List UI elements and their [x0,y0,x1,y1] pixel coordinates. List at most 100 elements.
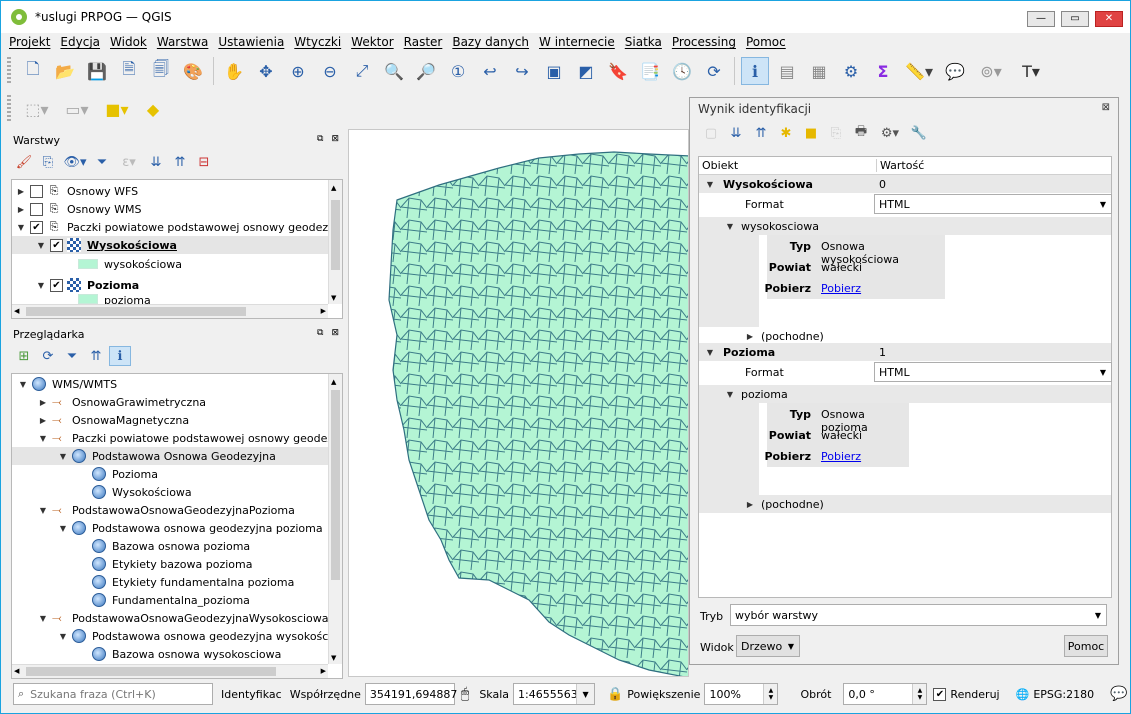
scroll-left-icon[interactable]: ◀ [14,307,19,315]
float-panel-icon[interactable]: ⧉ [317,134,323,144]
bookmark-new-icon[interactable]: 🔖 [604,57,632,85]
collapse-arrow-icon[interactable]: ▼ [38,434,48,443]
remove-layer-icon[interactable]: ⊟ [193,152,215,172]
lock-scale-icon[interactable]: 🔒 [607,687,623,702]
menu-siatka[interactable]: Siatka [625,35,662,49]
collapse-arrow-icon[interactable]: ▼ [705,180,715,189]
collapse-arrow-icon[interactable]: ▼ [58,452,68,461]
menu-raster[interactable]: Raster [404,35,443,49]
zoom-in-icon[interactable]: ⊕ [284,57,312,85]
browser-item[interactable]: ▼ ⤙ PodstawowaOsnowaGeodezyjnaPozioma [12,501,342,519]
close-button[interactable]: ✕ [1095,11,1123,27]
browser-horizontal-scrollbar[interactable]: ◀ ▶ [12,664,328,678]
clear-results-icon[interactable]: ■ [800,123,822,143]
spin-buttons[interactable]: ▲ ▼ [763,684,778,704]
print-icon[interactable]: 🖶 [850,123,872,143]
menu-edycja[interactable]: Edycja [60,35,100,49]
layer-row[interactable]: ▼ ✔ ⎘ Paczki powiatowe podstawowej osnow… [12,218,342,236]
rotation-field[interactable]: 0,0 ° ▲ ▼ [843,683,928,705]
zoom-selection-icon[interactable]: 🔍 [380,57,408,85]
copy-feature-icon[interactable]: ⎘ [825,123,847,143]
toolbar-grip[interactable] [7,95,11,123]
collapse-arrow-icon[interactable]: ▼ [36,241,46,250]
zoom-layer-icon[interactable]: 🔎 [412,57,440,85]
menu-bazy-danych[interactable]: Bazy danych [452,35,529,49]
spin-buttons[interactable]: ▲ ▼ [912,684,927,704]
layer-row[interactable]: ▶ ⎘ Osnowy WFS [12,182,342,200]
expand-new-results-icon[interactable]: ✱ [775,123,797,143]
browser-refresh-icon[interactable]: ⟳ [37,346,59,366]
select-by-value-icon[interactable]: ▭▾ [59,95,95,123]
collapse-all-icon[interactable]: ⇈ [169,152,191,172]
identify-options-icon[interactable]: 🔧 [908,123,930,143]
scroll-thumb[interactable] [331,390,340,580]
measure-line-icon[interactable]: 📏▾ [901,57,937,85]
toggle-extents-icon[interactable]: 🖱 [461,686,469,702]
expand-arrow-icon[interactable]: ▶ [38,416,48,425]
browser-item[interactable]: ▼ ⤙ PodstawowaOsnowaGeodezyjnaWysokosciowa [12,609,342,627]
scroll-thumb[interactable] [26,307,246,316]
select-by-location-icon[interactable]: ◆ [139,95,167,123]
manage-visibility-icon[interactable]: 👁▾ [61,152,89,172]
browser-item[interactable]: ▼ ⤙ Paczki powiatowe podstawowej osnowy ge… [12,429,342,447]
scroll-down-icon[interactable]: ▼ [331,294,336,302]
download-link[interactable]: Pobierz [821,282,861,295]
layer-row[interactable]: ▶ ⎘ Osnowy WMS [12,200,342,218]
menu-wtyczki[interactable]: Wtyczki [294,35,341,49]
scroll-down-icon[interactable]: ▼ [331,654,336,662]
menu-warstwa[interactable]: Warstwa [157,35,209,49]
chevron-down-icon[interactable]: ▼ [576,684,595,704]
expand-arrow-icon[interactable]: ▶ [16,187,26,196]
new-print-layout-icon[interactable]: 🗎 [115,57,143,85]
expand-all-icon[interactable]: ⇊ [145,152,167,172]
result-layer-row[interactable]: ▼ Pozioma 1 [699,343,1111,361]
collapse-tree-icon[interactable]: ⇈ [750,123,772,143]
pan-to-selection-icon[interactable]: ✥ [252,57,280,85]
menu-projekt[interactable]: Projekt [9,35,50,49]
layers-horizontal-scrollbar[interactable]: ◀ ▶ [12,304,328,318]
feature-row[interactable]: ▼ wysokosciowa [699,217,1111,235]
browser-filter-icon[interactable]: ⏷ [61,346,83,366]
layer-checkbox[interactable]: ✔ [30,220,43,234]
field-calculator-icon[interactable]: ▦ [805,57,833,85]
expand-arrow-icon[interactable]: ▶ [38,398,48,407]
collapse-arrow-icon[interactable]: ▼ [58,632,68,641]
browser-item[interactable]: Bazowa osnowa wysokosciowa [12,645,342,663]
download-link[interactable]: Pobierz [821,450,861,463]
render-checkbox[interactable]: ✔ [933,687,947,701]
browser-item[interactable]: ▼ WMS/WMTS [12,375,342,393]
locate-icon[interactable]: ⊚▾ [973,57,1009,85]
format-select[interactable]: HTML ▼ [874,362,1112,382]
scroll-thumb[interactable] [26,667,276,676]
filter-legend-icon[interactable]: ⏷ [91,152,113,172]
layer-checkbox[interactable]: ✔ [50,278,63,292]
close-panel-icon[interactable]: ⊠ [331,134,339,144]
select-features-icon[interactable]: ⬚▾ [19,95,55,123]
browser-item[interactable]: ▼ Podstawowa Osnowa Geodezyjna [12,447,342,465]
open-project-icon[interactable]: 📂 [51,57,79,85]
deselect-all-icon[interactable]: ■▾ [99,95,135,123]
browser-vertical-scrollbar[interactable]: ▲ ▼ [328,374,342,664]
format-select[interactable]: HTML ▼ [874,194,1112,214]
collapse-arrow-icon[interactable]: ▼ [16,223,26,232]
processing-toolbox-icon[interactable]: ⚙ [837,57,865,85]
refresh-icon[interactable]: ⟳ [700,57,728,85]
layers-tree[interactable]: ▶ ⎘ Osnowy WFS ▶ ⎘ Osnowy WMS ▼ ✔ ⎘ Pacz… [11,179,343,319]
filter-expression-icon[interactable]: ε▾ [115,152,143,172]
menu-ustawienia[interactable]: Ustawienia [218,35,284,49]
view-select[interactable]: Drzewo ▼ [736,635,800,657]
coordinate-field[interactable]: 354191,694887 [364,683,457,705]
browser-tree[interactable]: ▼ WMS/WMTS ▶ ⤙ OsnowaGrawimetryczna ▶ ⤙ OsnowaM… [11,373,343,679]
new-map-view-icon[interactable]: ▣ [540,57,568,85]
browser-item[interactable]: ▶ ⤙ OsnowaMagnetyczna [12,411,342,429]
browser-item[interactable]: Fundamentalna_pozioma [12,591,342,609]
layer-row[interactable]: ▼ ✔ Pozioma [12,276,342,294]
feature-row[interactable]: ▼ pozioma [699,385,1111,403]
collapse-arrow-icon[interactable]: ▼ [58,524,68,533]
new-project-icon[interactable]: 🗋 [19,57,47,85]
menu-processing[interactable]: Processing [672,35,736,49]
collapse-arrow-icon[interactable]: ▼ [725,390,735,399]
scroll-right-icon[interactable]: ▶ [321,667,326,675]
identify-features-icon[interactable]: ℹ [741,57,769,85]
browser-item[interactable]: ▼ Podstawowa osnowa geodezyjna pozioma [12,519,342,537]
